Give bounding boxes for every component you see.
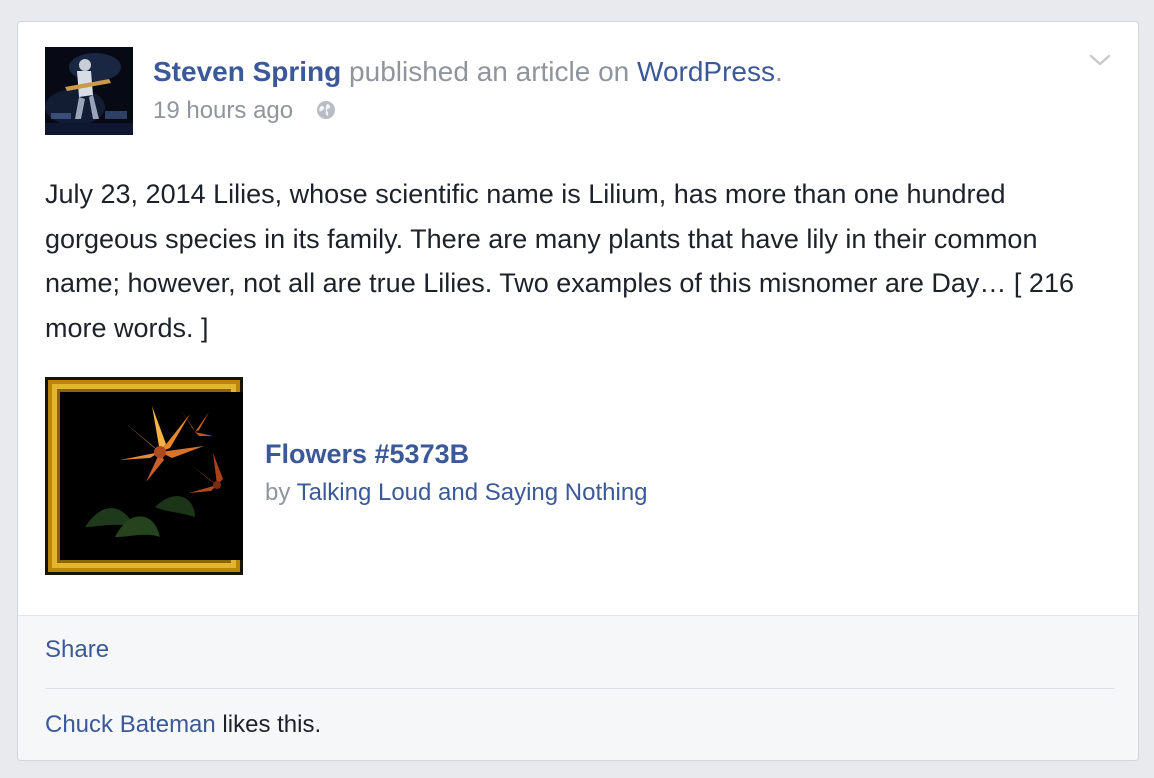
platform-link[interactable]: WordPress [637,56,775,87]
story-action-text: published an article on [341,56,638,87]
byline-prefix: by [265,479,297,506]
share-button[interactable]: Share [45,633,109,667]
story-footer: Share Chuck Bateman likes this. [18,615,1138,760]
timestamp-link[interactable]: 19 hours ago [153,97,293,124]
attachment-title[interactable]: Flowers #5373B [265,436,469,472]
chevron-down-icon[interactable] [1088,52,1112,68]
header-period: . [774,56,783,87]
story-header: Steven Spring published an article on Wo… [153,54,783,90]
globe-icon[interactable] [314,98,338,122]
post-body: July 23, 2014 Lilies, whose scientific n… [45,179,1074,343]
flower-image [45,377,243,575]
attachment-thumbnail[interactable] [45,377,243,575]
avatar[interactable] [45,47,133,135]
liker-link[interactable]: Chuck Bateman [45,711,216,738]
story-meta: 19 hours ago [153,95,338,127]
attachment-source-link[interactable]: Talking Loud and Saying Nothing [297,479,648,506]
story-card: Steven Spring published an article on Wo… [17,21,1139,761]
attachment-byline: by Talking Loud and Saying Nothing [265,477,648,509]
author-link[interactable]: Steven Spring [153,56,341,87]
likes-sentence: Chuck Bateman likes this. [45,708,321,742]
likes-suffix: likes this. [215,711,322,738]
footer-divider [45,688,1115,689]
avatar-photo [45,47,133,135]
